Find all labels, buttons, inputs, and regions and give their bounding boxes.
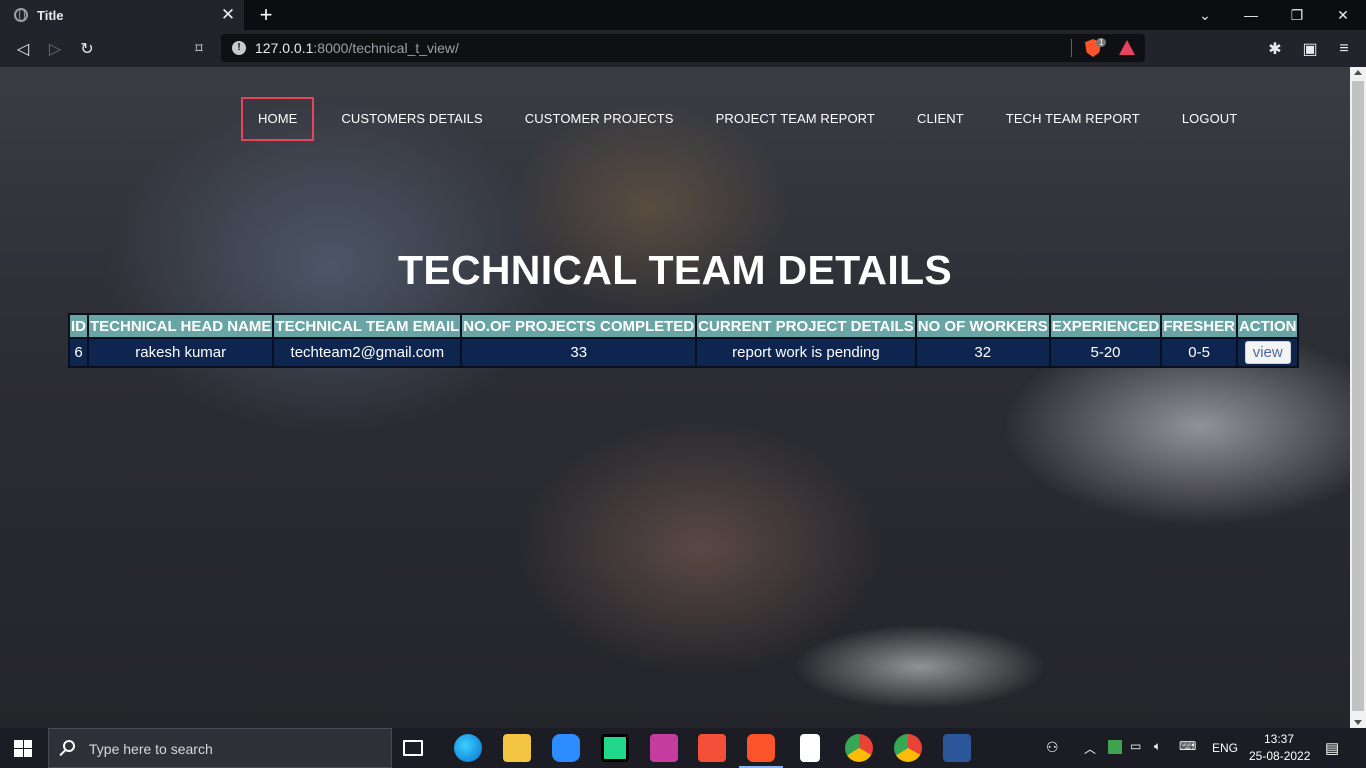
table-header-row: ID TECHNICAL HEAD NAME TECHNICAL TEAM EM… — [68, 313, 1300, 339]
scroll-down-icon[interactable] — [1354, 720, 1362, 725]
nav-logout[interactable]: LOGOUT — [1167, 97, 1253, 141]
file-explorer-icon[interactable] — [503, 734, 531, 762]
col-header-head-name: TECHNICAL HEAD NAME — [86, 313, 275, 339]
taskbar-search[interactable]: Type here to search — [48, 728, 392, 768]
volume-icon[interactable]: 🔈︎ — [1154, 739, 1161, 754]
language-indicator[interactable]: ENG — [1212, 741, 1238, 755]
col-header-action: ACTION — [1235, 313, 1300, 339]
bookmark-icon[interactable]: ⌑ — [184, 30, 214, 67]
scrollbar-thumb[interactable] — [1352, 81, 1364, 711]
nav-project-team-report[interactable]: PROJECT TEAM REPORT — [701, 97, 890, 141]
cell-experienced: 5-20 — [1048, 337, 1163, 368]
close-tab-icon[interactable]: ✕ — [216, 5, 240, 25]
search-icon — [63, 740, 75, 752]
chrome-profile-icon[interactable] — [894, 734, 922, 762]
cell-head-name: rakesh kumar — [86, 337, 275, 368]
minimize-button[interactable]: — — [1228, 0, 1274, 30]
restore-button[interactable]: ❐ — [1274, 0, 1320, 30]
cell-workers: 32 — [914, 337, 1051, 368]
omnibox-divider — [1071, 39, 1072, 57]
git-icon[interactable] — [698, 734, 726, 762]
main-nav: HOME CUSTOMERS DETAILS CUSTOMER PROJECTS… — [241, 97, 1264, 141]
close-window-button[interactable]: ✕ — [1320, 0, 1366, 30]
cell-projects-completed: 33 — [460, 337, 698, 368]
page-title: TECHNICAL TEAM DETAILS — [397, 247, 952, 293]
new-tab-button[interactable]: + — [254, 2, 278, 28]
browser-tab[interactable]: Title ✕ — [0, 0, 244, 30]
chrome-icon[interactable] — [845, 734, 873, 762]
cell-current-project: report work is pending — [695, 337, 917, 368]
view-button[interactable]: view — [1244, 341, 1291, 364]
notifications-icon[interactable]: ▤ — [1325, 739, 1339, 757]
page-viewport: HOME CUSTOMERS DETAILS CUSTOMER PROJECTS… — [0, 67, 1350, 728]
address-bar[interactable]: ! 127.0.0.1:8000/technical_t_view/ 1 — [221, 34, 1145, 62]
col-header-current-project: CURRENT PROJECT DETAILS — [695, 313, 917, 339]
network-icon[interactable]: ▭ — [1130, 739, 1141, 753]
page-scrollbar[interactable] — [1350, 67, 1366, 728]
clock-time[interactable]: 13:37 — [1264, 732, 1294, 746]
clock-date[interactable]: 25-08-2022 — [1249, 749, 1310, 763]
tab-search-icon[interactable]: ⌄ — [1182, 0, 1228, 30]
technical-team-table: ID TECHNICAL HEAD NAME TECHNICAL TEAM EM… — [68, 313, 1300, 368]
scroll-up-icon[interactable] — [1354, 70, 1362, 75]
col-header-fresher: FRESHER — [1160, 313, 1238, 339]
col-header-id: ID — [68, 313, 89, 339]
windows-taskbar: Type here to search ⚇ ︿ ▭ 🔈︎ ⌨ ENG 13:37… — [0, 728, 1366, 768]
col-header-workers: NO OF WORKERS — [914, 313, 1051, 339]
table-row: 6 rakesh kumar techteam2@gmail.com 33 re… — [68, 337, 1300, 368]
windows-start-icon[interactable] — [14, 740, 32, 757]
jetbrains-app-icon[interactable] — [650, 734, 678, 762]
col-header-projects-completed: NO.OF PROJECTS COMPLETED — [460, 313, 698, 339]
edge-icon[interactable] — [454, 734, 482, 762]
nav-client[interactable]: CLIENT — [902, 97, 979, 141]
tab-title: Title — [37, 7, 64, 23]
nav-customer-projects[interactable]: CUSTOMER PROJECTS — [510, 97, 689, 141]
tray-overflow-icon[interactable]: ︿ — [1084, 740, 1096, 757]
col-header-email: TECHNICAL TEAM EMAIL — [272, 313, 463, 339]
browser-tab-strip: Title ✕ + ⌄ — ❐ ✕ — [0, 0, 1366, 30]
brave-browser-icon[interactable] — [739, 734, 783, 768]
reload-icon[interactable]: ↻ — [72, 30, 102, 67]
extensions-icon[interactable]: ✱ — [1260, 30, 1290, 67]
nav-home[interactable]: HOME — [241, 97, 315, 141]
cell-id: 6 — [68, 337, 89, 368]
zoom-icon[interactable] — [552, 734, 580, 762]
people-icon[interactable]: ⚇ — [1046, 739, 1059, 756]
wallet-icon[interactable]: ▣ — [1295, 30, 1325, 67]
globe-icon — [14, 8, 28, 22]
menu-icon[interactable]: ≡ — [1329, 30, 1359, 67]
forward-icon[interactable]: ▷ — [40, 30, 70, 67]
cell-action: view — [1235, 337, 1300, 368]
url-text: 127.0.0.1:8000/technical_t_view/ — [255, 40, 459, 56]
task-view-icon[interactable] — [403, 740, 423, 756]
nav-tech-team-report[interactable]: TECH TEAM REPORT — [991, 97, 1155, 141]
keyboard-icon[interactable]: ⌨ — [1179, 739, 1196, 753]
search-placeholder: Type here to search — [89, 741, 213, 757]
shields-count-badge: 1 — [1096, 38, 1107, 47]
site-info-icon[interactable]: ! — [232, 41, 246, 55]
nav-customers-details[interactable]: CUSTOMERS DETAILS — [326, 97, 497, 141]
notepad-icon[interactable] — [800, 734, 820, 762]
brave-rewards-icon[interactable] — [1119, 40, 1135, 55]
tray-app-icon[interactable] — [1108, 740, 1122, 754]
url-host: 127.0.0.1 — [255, 40, 314, 56]
browser-toolbar: ◁ ▷ ↻ ⌑ ! 127.0.0.1:8000/technical_t_vie… — [0, 30, 1366, 67]
word-icon[interactable] — [943, 734, 971, 762]
pycharm-icon[interactable] — [601, 734, 629, 762]
cell-email: techteam2@gmail.com — [272, 337, 463, 368]
col-header-experienced: EXPERIENCED — [1048, 313, 1163, 339]
cell-fresher: 0-5 — [1160, 337, 1238, 368]
back-icon[interactable]: ◁ — [8, 30, 38, 67]
url-path: :8000/technical_t_view/ — [313, 40, 459, 56]
